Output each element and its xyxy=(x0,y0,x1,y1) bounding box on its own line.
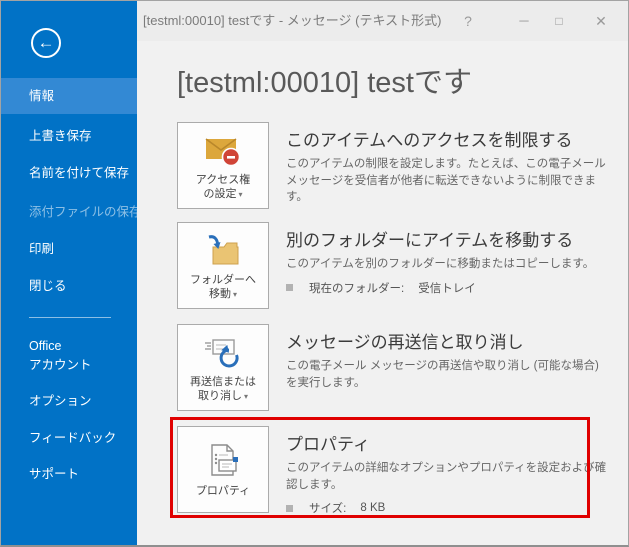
properties-icon xyxy=(202,443,244,481)
section-heading: プロパティ xyxy=(286,430,608,455)
sidebar-item-save-as[interactable]: 名前を付けて保存 xyxy=(1,163,137,183)
backstage-sidebar: ← 情報 上書き保存 名前を付けて保存 添付ファイルの保存 印刷 閉じる Off… xyxy=(1,1,137,545)
section-text: プロパティ このアイテムの詳細なオプションやプロパティを設定および確認します。 … xyxy=(286,426,608,516)
sidebar-item-label: オプション xyxy=(29,394,92,408)
sidebar-item-options[interactable]: オプション xyxy=(1,391,137,411)
section-text: このアイテムへのアクセスを制限する このアイテムの制限を設定します。たとえば、こ… xyxy=(286,122,608,206)
sidebar-item-save[interactable]: 上書き保存 xyxy=(1,126,137,146)
resend-recall-icon xyxy=(202,334,244,372)
backstage-info-pane: [testml:00010] testです アクセス権 の設定▾ xyxy=(137,41,628,545)
properties-button[interactable]: プロパティ xyxy=(177,426,269,513)
section-description: このアイテムの詳細なオプションやプロパティを設定および確認します。 xyxy=(286,460,608,493)
sidebar-item-save-attachments: 添付ファイルの保存 xyxy=(1,202,137,222)
permissions-button[interactable]: アクセス権 の設定▾ xyxy=(177,122,269,209)
sidebar-divider xyxy=(29,317,111,318)
page-title: [testml:00010] testです xyxy=(177,59,472,101)
big-button-label: 再送信または 取り消し▾ xyxy=(190,375,256,404)
sidebar-item-label: サポート xyxy=(29,467,79,481)
section-heading: 別のフォルダーにアイテムを移動する xyxy=(286,226,608,251)
size-row: サイズ: 8 KB xyxy=(286,500,608,516)
back-arrow-icon: ← xyxy=(38,34,55,51)
section-description: このアイテムを別のフォルダーに移動またはコピーします。 xyxy=(286,256,608,273)
big-button-label: フォルダーへ 移動▾ xyxy=(190,273,256,302)
section-description: このアイテムの制限を設定します。たとえば、この電子メール メッセージを受信者が他… xyxy=(286,156,608,206)
bullet-value: 8 KB xyxy=(360,502,385,514)
close-icon[interactable]: ✕ xyxy=(588,1,614,41)
back-button[interactable]: ← xyxy=(31,28,61,58)
window-title: [testml:00010] testです - メッセージ (テキスト形式) xyxy=(143,1,441,41)
section-properties: プロパティ プロパティ このアイテムの詳細なオプションやプロパティを設定および確… xyxy=(177,426,608,516)
section-move-folder: フォルダーへ 移動▾ 別のフォルダーにアイテムを移動する このアイテムを別のフォ… xyxy=(177,222,608,309)
outlook-backstage-window: [testml:00010] testです - メッセージ (テキスト形式) ?… xyxy=(0,0,629,547)
sidebar-item-office-account[interactable]: Office アカウント xyxy=(1,337,137,377)
sidebar-item-support[interactable]: サポート xyxy=(1,464,137,484)
section-heading: このアイテムへのアクセスを制限する xyxy=(286,126,608,151)
dropdown-arrow-icon: ▾ xyxy=(233,290,237,299)
bullet-square-icon xyxy=(286,284,293,291)
bullet-square-icon xyxy=(286,505,293,512)
sidebar-item-label: Office xyxy=(29,339,61,353)
minimize-icon[interactable]: ─ xyxy=(511,1,537,41)
maximize-icon[interactable]: □ xyxy=(546,1,572,41)
restrict-access-icon xyxy=(202,132,244,170)
bullet-value: 受信トレイ xyxy=(418,280,476,296)
bullet-label: 現在のフォルダー: xyxy=(309,280,404,296)
sidebar-item-label: 添付ファイルの保存 xyxy=(29,205,142,219)
sidebar-item-label: フィードバック xyxy=(29,431,116,445)
move-to-folder-icon xyxy=(202,232,244,270)
sidebar-item-print[interactable]: 印刷 xyxy=(1,239,137,259)
dropdown-arrow-icon: ▾ xyxy=(238,190,242,199)
section-resend-recall: 再送信または 取り消し▾ メッセージの再送信と取り消し この電子メール メッセー… xyxy=(177,324,608,411)
sidebar-item-label: 情報 xyxy=(29,89,54,103)
sidebar-item-close[interactable]: 閉じる xyxy=(1,276,137,296)
big-button-label: プロパティ xyxy=(196,484,250,498)
section-text: メッセージの再送信と取り消し この電子メール メッセージの再送信や取り消し (可… xyxy=(286,324,608,391)
help-icon[interactable]: ? xyxy=(455,1,481,41)
bullet-label: サイズ: xyxy=(309,500,346,516)
sidebar-item-info[interactable]: 情報 xyxy=(1,78,137,114)
resend-recall-button[interactable]: 再送信または 取り消し▾ xyxy=(177,324,269,411)
dropdown-arrow-icon: ▾ xyxy=(244,392,248,401)
sidebar-item-label: 上書き保存 xyxy=(29,129,92,143)
move-to-folder-button[interactable]: フォルダーへ 移動▾ xyxy=(177,222,269,309)
sidebar-item-label: 印刷 xyxy=(29,242,54,256)
section-heading: メッセージの再送信と取り消し xyxy=(286,328,608,353)
sidebar-item-label: アカウント xyxy=(29,358,92,372)
section-text: 別のフォルダーにアイテムを移動する このアイテムを別のフォルダーに移動またはコピ… xyxy=(286,222,608,296)
current-folder-row: 現在のフォルダー: 受信トレイ xyxy=(286,280,608,296)
sidebar-item-label: 閉じる xyxy=(29,279,67,293)
big-button-label: アクセス権 の設定▾ xyxy=(196,173,250,202)
section-description: この電子メール メッセージの再送信や取り消し (可能な場合) を実行します。 xyxy=(286,358,608,391)
sidebar-item-feedback[interactable]: フィードバック xyxy=(1,428,137,448)
sidebar-item-label: 名前を付けて保存 xyxy=(29,166,129,180)
section-restrict-access: アクセス権 の設定▾ このアイテムへのアクセスを制限する このアイテムの制限を設… xyxy=(177,122,608,209)
titlebar: [testml:00010] testです - メッセージ (テキスト形式) ?… xyxy=(137,1,628,41)
